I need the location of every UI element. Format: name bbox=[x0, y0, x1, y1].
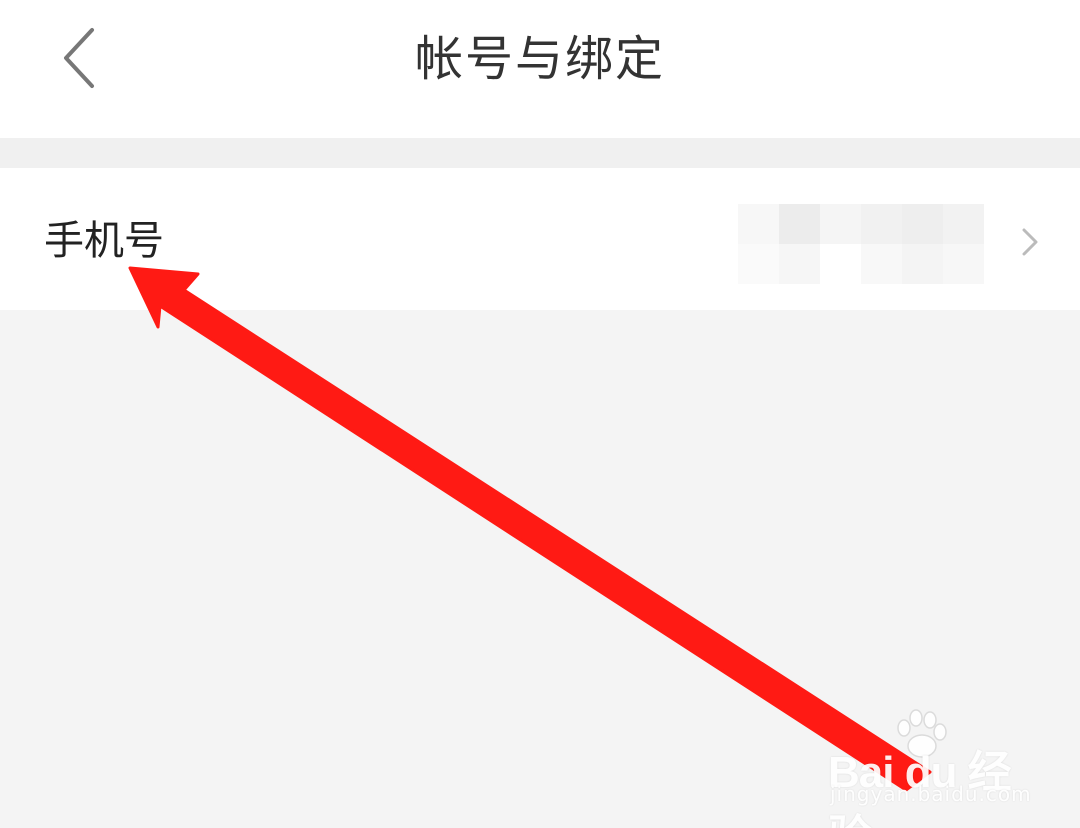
watermark-url: jingyan.baidu.com bbox=[830, 782, 1032, 806]
phone-number-row[interactable]: 手机号 bbox=[0, 168, 1080, 310]
red-arrow-icon bbox=[128, 266, 932, 792]
phone-number-value-blurred bbox=[738, 204, 984, 284]
top-bar: 帐号与绑定 bbox=[0, 0, 1080, 138]
page-title: 帐号与绑定 bbox=[414, 31, 665, 87]
baidu-jingyan-watermark: Bai du 经验 jingyan.baidu.com bbox=[828, 709, 1038, 828]
watermark-brand: Bai du 经验 bbox=[828, 748, 1012, 828]
phone-number-label: 手机号 bbox=[44, 218, 164, 264]
section-divider bbox=[0, 138, 1080, 168]
chevron-right-icon bbox=[1022, 228, 1038, 256]
account-binding-screen: 帐号与绑定 手机号 Bai du 经 jingyan.baidu.com bbox=[0, 0, 1080, 828]
paw-icon bbox=[897, 709, 947, 758]
